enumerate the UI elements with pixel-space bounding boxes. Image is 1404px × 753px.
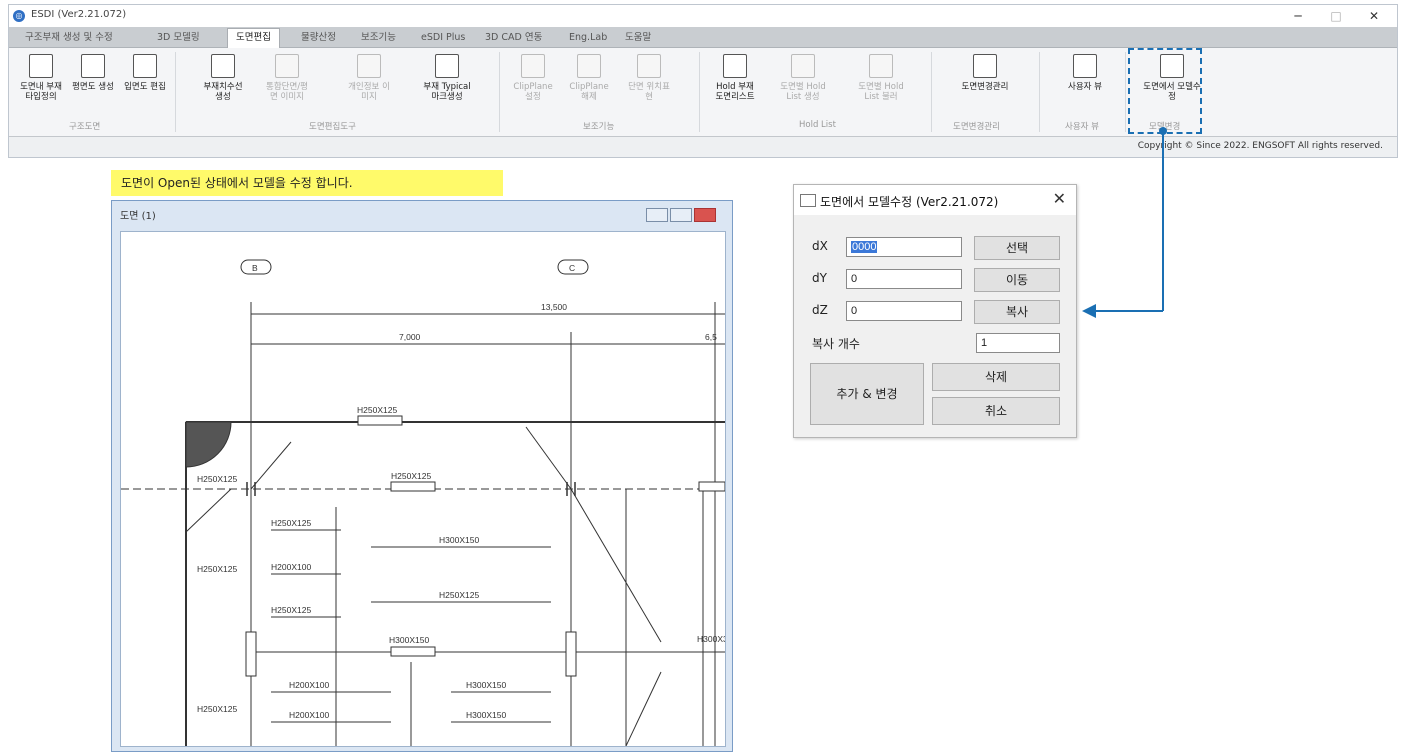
dx-value: 0000 [851, 241, 878, 253]
dx-input[interactable]: 0000 [846, 237, 962, 257]
dialog-close-button[interactable]: ✕ [1053, 189, 1066, 208]
dz-input[interactable]: 0 [846, 301, 962, 321]
dialog-titlebar: 도면에서 모델수정 (Ver2.21.072) ✕ [794, 185, 1076, 215]
add-change-button[interactable]: 추가 & 변경 [810, 363, 924, 425]
dx-label: dX [812, 239, 828, 253]
copy-button[interactable]: 복사 [974, 300, 1060, 324]
copy-count-input[interactable]: 1 [976, 333, 1060, 353]
dialog-title: 도면에서 모델수정 (Ver2.21.072) [820, 195, 999, 209]
dz-label: dZ [812, 303, 828, 317]
cancel-button[interactable]: 취소 [932, 397, 1060, 425]
dialog-window-icon [800, 194, 816, 207]
connector-arrow [1082, 127, 1167, 318]
model-edit-dialog: 도면에서 모델수정 (Ver2.21.072) ✕ dX 0000 선택 dY … [793, 184, 1077, 438]
copy-count-label: 복사 개수 [812, 337, 860, 351]
delete-button[interactable]: 삭제 [932, 363, 1060, 391]
dy-label: dY [812, 271, 827, 285]
move-button[interactable]: 이동 [974, 268, 1060, 292]
dy-input[interactable]: 0 [846, 269, 962, 289]
select-button[interactable]: 선택 [974, 236, 1060, 260]
